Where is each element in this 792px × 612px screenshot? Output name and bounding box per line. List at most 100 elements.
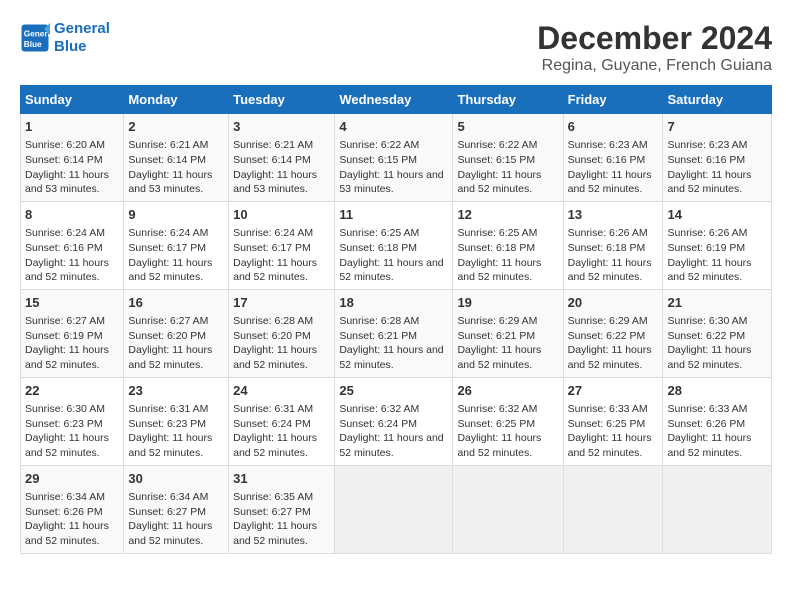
calendar-cell: 3Sunrise: 6:21 AMSunset: 6:14 PMDaylight… — [229, 114, 335, 202]
sunrise-text: Sunrise: 6:34 AM — [128, 491, 208, 503]
sunset-text: Sunset: 6:24 PM — [339, 418, 417, 430]
daylight-text: Daylight: 11 hours and 52 minutes. — [128, 257, 212, 284]
sunrise-text: Sunrise: 6:29 AM — [457, 315, 537, 327]
sunrise-text: Sunrise: 6:32 AM — [339, 403, 419, 415]
daylight-text: Daylight: 11 hours and 52 minutes. — [25, 432, 109, 459]
calendar-cell: 12Sunrise: 6:25 AMSunset: 6:18 PMDayligh… — [453, 201, 563, 289]
calendar-cell: 6Sunrise: 6:23 AMSunset: 6:16 PMDaylight… — [563, 114, 663, 202]
logo-text-general: General — [54, 20, 110, 37]
calendar-cell: 26Sunrise: 6:32 AMSunset: 6:25 PMDayligh… — [453, 377, 563, 465]
day-number: 26 — [457, 382, 558, 400]
daylight-text: Daylight: 11 hours and 52 minutes. — [568, 432, 652, 459]
daylight-text: Daylight: 11 hours and 52 minutes. — [25, 520, 109, 547]
day-number: 6 — [568, 118, 659, 136]
sunset-text: Sunset: 6:15 PM — [457, 154, 535, 166]
sunset-text: Sunset: 6:14 PM — [25, 154, 103, 166]
sunrise-text: Sunrise: 6:28 AM — [339, 315, 419, 327]
sunset-text: Sunset: 6:22 PM — [667, 330, 745, 342]
sunrise-text: Sunrise: 6:24 AM — [25, 227, 105, 239]
calendar-cell: 22Sunrise: 6:30 AMSunset: 6:23 PMDayligh… — [21, 377, 124, 465]
calendar-week-row: 29Sunrise: 6:34 AMSunset: 6:26 PMDayligh… — [21, 465, 772, 553]
calendar-cell: 11Sunrise: 6:25 AMSunset: 6:18 PMDayligh… — [335, 201, 453, 289]
sunrise-text: Sunrise: 6:26 AM — [568, 227, 648, 239]
day-number: 1 — [25, 118, 119, 136]
day-number: 15 — [25, 294, 119, 312]
calendar-cell: 29Sunrise: 6:34 AMSunset: 6:26 PMDayligh… — [21, 465, 124, 553]
day-number: 31 — [233, 470, 330, 488]
sunset-text: Sunset: 6:16 PM — [25, 242, 103, 254]
day-number: 9 — [128, 206, 224, 224]
calendar-cell: 27Sunrise: 6:33 AMSunset: 6:25 PMDayligh… — [563, 377, 663, 465]
day-number: 7 — [667, 118, 767, 136]
daylight-text: Daylight: 11 hours and 52 minutes. — [339, 344, 443, 371]
sunrise-text: Sunrise: 6:35 AM — [233, 491, 313, 503]
sunrise-text: Sunrise: 6:23 AM — [568, 139, 648, 151]
sunrise-text: Sunrise: 6:25 AM — [339, 227, 419, 239]
calendar-cell: 1Sunrise: 6:20 AMSunset: 6:14 PMDaylight… — [21, 114, 124, 202]
sunrise-text: Sunrise: 6:22 AM — [457, 139, 537, 151]
sunset-text: Sunset: 6:16 PM — [667, 154, 745, 166]
daylight-text: Daylight: 11 hours and 52 minutes. — [339, 432, 443, 459]
day-number: 23 — [128, 382, 224, 400]
calendar-week-row: 1 Sunrise: 6:20 AM Sunset: 6:14 PM Daylight… — [21, 114, 772, 202]
sunset-text: Sunset: 6:15 PM — [339, 154, 417, 166]
daylight-text: Daylight: 11 hours and 52 minutes. — [233, 520, 317, 547]
day-number: 25 — [339, 382, 448, 400]
daylight-text: Daylight: 11 hours and 52 minutes. — [667, 344, 751, 371]
sunrise-text: Sunrise: 6:24 AM — [233, 227, 313, 239]
calendar-cell: 15Sunrise: 6:27 AMSunset: 6:19 PMDayligh… — [21, 289, 124, 377]
logo-icon: General Blue — [20, 23, 50, 53]
day-number: 16 — [128, 294, 224, 312]
daylight-text: Daylight: 11 hours and 52 minutes. — [568, 257, 652, 284]
day-number: 13 — [568, 206, 659, 224]
day-number: 19 — [457, 294, 558, 312]
calendar-cell: 14Sunrise: 6:26 AMSunset: 6:19 PMDayligh… — [663, 201, 772, 289]
sunset-text: Sunset: 6:18 PM — [339, 242, 417, 254]
calendar-week-row: 22Sunrise: 6:30 AMSunset: 6:23 PMDayligh… — [21, 377, 772, 465]
calendar-cell: 20Sunrise: 6:29 AMSunset: 6:22 PMDayligh… — [563, 289, 663, 377]
daylight-text: Daylight: 11 hours and 52 minutes. — [457, 257, 541, 284]
daylight-text: Daylight: 11 hours and 52 minutes. — [457, 169, 541, 196]
calendar-cell — [335, 465, 453, 553]
daylight-text: Daylight: 11 hours and 52 minutes. — [667, 257, 751, 284]
sunrise-text: Sunrise: 6:31 AM — [233, 403, 313, 415]
page-title: December 2024 — [537, 20, 772, 57]
sunset-text: Sunset: 6:14 PM — [233, 154, 311, 166]
column-header-wednesday: Wednesday — [335, 86, 453, 114]
column-header-monday: Monday — [124, 86, 229, 114]
daylight-text: Daylight: 11 hours and 52 minutes. — [128, 520, 212, 547]
logo: General Blue General Blue — [20, 20, 110, 56]
column-header-tuesday: Tuesday — [229, 86, 335, 114]
daylight-text: Daylight: 11 hours and 52 minutes. — [233, 344, 317, 371]
daylight-text: Daylight: 11 hours and 52 minutes. — [457, 344, 541, 371]
sunset-text: Sunset: 6:23 PM — [128, 418, 206, 430]
column-header-thursday: Thursday — [453, 86, 563, 114]
calendar-week-row: 8Sunrise: 6:24 AMSunset: 6:16 PMDaylight… — [21, 201, 772, 289]
calendar-cell: 23Sunrise: 6:31 AMSunset: 6:23 PMDayligh… — [124, 377, 229, 465]
daylight-text: Daylight: 11 hours and 52 minutes. — [25, 257, 109, 284]
day-number: 5 — [457, 118, 558, 136]
day-number: 20 — [568, 294, 659, 312]
title-area: December 2024 Regina, Guyane, French Gui… — [537, 20, 772, 75]
sunrise-text: Sunrise: 6:28 AM — [233, 315, 313, 327]
calendar-cell — [453, 465, 563, 553]
day-number: 17 — [233, 294, 330, 312]
sunset-text: Sunset: 6:21 PM — [339, 330, 417, 342]
daylight-text: Daylight: 11 hours and 53 minutes. — [233, 169, 317, 196]
logo-text-blue: Blue — [54, 38, 87, 55]
sunset-text: Sunset: 6:20 PM — [128, 330, 206, 342]
calendar-cell — [663, 465, 772, 553]
calendar-cell: 13Sunrise: 6:26 AMSunset: 6:18 PMDayligh… — [563, 201, 663, 289]
calendar-cell: 4Sunrise: 6:22 AMSunset: 6:15 PMDaylight… — [335, 114, 453, 202]
calendar-cell: 31Sunrise: 6:35 AMSunset: 6:27 PMDayligh… — [229, 465, 335, 553]
day-number: 27 — [568, 382, 659, 400]
calendar-table: SundayMondayTuesdayWednesdayThursdayFrid… — [20, 85, 772, 554]
sunrise-text: Sunrise: 6:20 AM — [25, 139, 105, 151]
sunrise-text: Sunrise: 6:29 AM — [568, 315, 648, 327]
column-header-saturday: Saturday — [663, 86, 772, 114]
column-header-friday: Friday — [563, 86, 663, 114]
calendar-cell: 10Sunrise: 6:24 AMSunset: 6:17 PMDayligh… — [229, 201, 335, 289]
sunrise-text: Sunrise: 6:34 AM — [25, 491, 105, 503]
daylight-text: Daylight: 11 hours and 52 minutes. — [457, 432, 541, 459]
column-header-sunday: Sunday — [21, 86, 124, 114]
